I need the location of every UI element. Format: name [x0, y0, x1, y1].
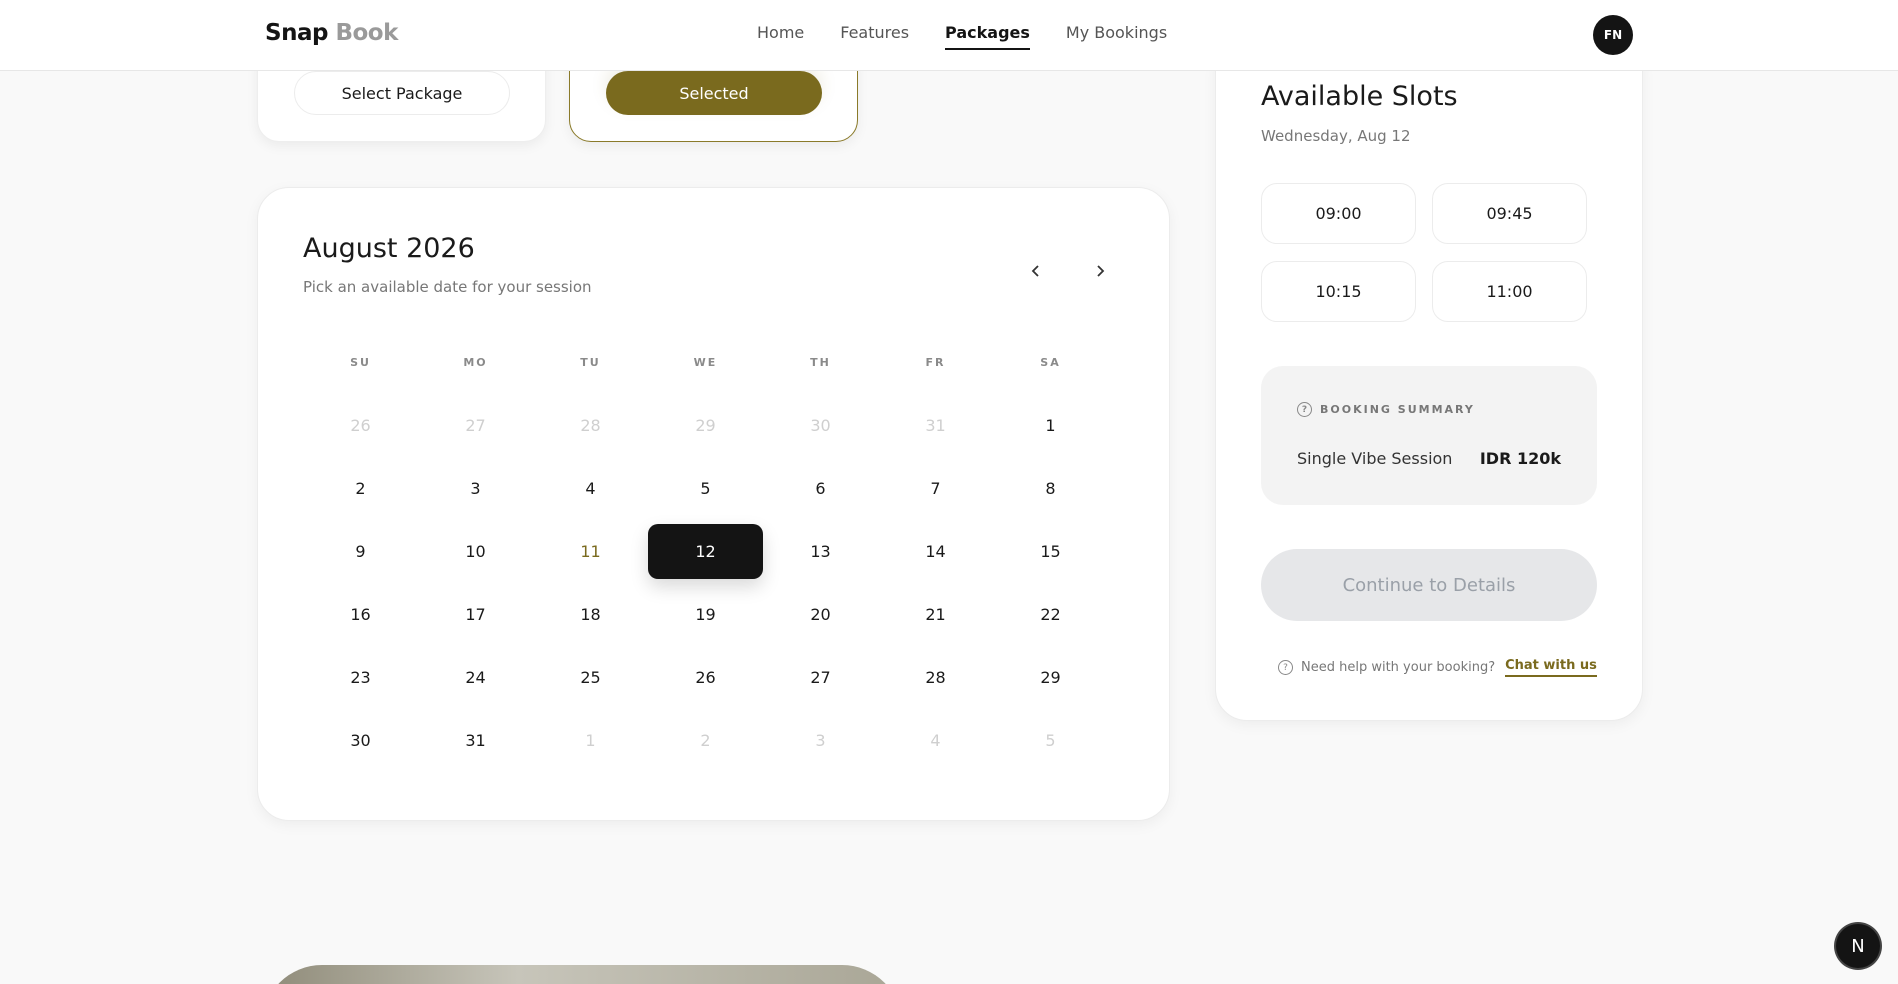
hero-image-preview: [262, 965, 902, 984]
weekday-label: MO: [463, 356, 488, 369]
time-slot[interactable]: 09:45: [1432, 183, 1587, 244]
calendar-day[interactable]: 8: [993, 461, 1108, 516]
calendar-day[interactable]: 27: [763, 650, 878, 705]
calendar-day[interactable]: 16: [303, 587, 418, 642]
calendar-day[interactable]: 4: [533, 461, 648, 516]
calendar-day[interactable]: 13: [763, 524, 878, 579]
calendar-day[interactable]: 31: [418, 713, 533, 768]
nav-link-my-bookings[interactable]: My Bookings: [1066, 23, 1167, 50]
logo[interactable]: Snap Book: [265, 20, 398, 46]
booking-summary-heading: ? BOOKING SUMMARY: [1297, 402, 1475, 417]
weekday-label: TU: [580, 356, 601, 369]
calendar-day[interactable]: 14: [878, 524, 993, 579]
time-slot[interactable]: 09:00: [1261, 183, 1416, 244]
calendar-day-selected[interactable]: 12: [648, 524, 763, 579]
chevron-right-icon: [1097, 265, 1105, 277]
nav-link-packages[interactable]: Packages: [945, 23, 1030, 50]
continue-to-details-button[interactable]: Continue to Details: [1261, 549, 1597, 621]
summary-package-name: Single Vibe Session: [1297, 449, 1453, 468]
weekday-label: TH: [810, 356, 831, 369]
calendar-day[interactable]: 26: [648, 650, 763, 705]
calendar-day[interactable]: 21: [878, 587, 993, 642]
help-line: ? Need help with your booking? Chat with…: [1278, 658, 1597, 677]
time-slot[interactable]: 11:00: [1432, 261, 1587, 322]
calendar-day[interactable]: 11: [533, 524, 648, 579]
calendar-day[interactable]: 19: [648, 587, 763, 642]
slots-title: Available Slots: [1261, 81, 1458, 112]
calendar-day: 29: [695, 416, 716, 435]
calendar-day[interactable]: 25: [533, 650, 648, 705]
calendar-day[interactable]: 28: [878, 650, 993, 705]
weekday-label: SA: [1040, 356, 1061, 369]
chat-with-us-link[interactable]: Chat with us: [1505, 658, 1597, 677]
weekday-label: FR: [925, 356, 946, 369]
weekday-header: SU MO TU WE TH FR SA: [303, 356, 1107, 369]
calendar-subtitle: Pick an available date for your session: [303, 278, 592, 296]
next-month-button[interactable]: [1082, 253, 1118, 289]
slots-date: Wednesday, Aug 12: [1261, 127, 1411, 145]
time-slot-list: 09:00 09:45 10:15 11:00: [1261, 183, 1587, 322]
calendar-day[interactable]: 22: [993, 587, 1108, 642]
calendar-day[interactable]: 2: [303, 461, 418, 516]
time-slot[interactable]: 10:15: [1261, 261, 1416, 322]
calendar-day[interactable]: 5: [648, 461, 763, 516]
chevron-left-icon: [1031, 265, 1039, 277]
calendar-day[interactable]: 7: [878, 461, 993, 516]
calendar-day[interactable]: 18: [533, 587, 648, 642]
available-slots-card: Available Slots Wednesday, Aug 12 09:00 …: [1215, 40, 1643, 721]
calendar-day[interactable]: 10: [418, 524, 533, 579]
calendar-day[interactable]: 20: [763, 587, 878, 642]
help-icon: ?: [1278, 660, 1293, 675]
prev-month-button[interactable]: [1018, 253, 1054, 289]
calendar-day[interactable]: 23: [303, 650, 418, 705]
nav-link-home[interactable]: Home: [757, 23, 804, 50]
calendar-day[interactable]: 15: [993, 524, 1108, 579]
calendar-month-title: August 2026: [303, 233, 475, 264]
main-menu: Home Features Packages My Bookings: [757, 23, 1203, 50]
booking-summary: ? BOOKING SUMMARY Single Vibe Session ID…: [1261, 366, 1597, 505]
calendar-day: 31: [925, 416, 946, 435]
calendar-day: 28: [580, 416, 601, 435]
calendar-day[interactable]: 6: [763, 461, 878, 516]
weekday-label: SU: [350, 356, 371, 369]
calendar-day: 4: [930, 731, 941, 750]
question-circle-icon: ?: [1297, 402, 1312, 417]
calendar-day[interactable]: 9: [303, 524, 418, 579]
calendar-day: 27: [465, 416, 486, 435]
help-text: Need help with your booking?: [1301, 660, 1496, 675]
calendar-day: 30: [810, 416, 831, 435]
select-package-button[interactable]: Select Package: [294, 71, 510, 115]
calendar-day: 5: [1045, 731, 1056, 750]
calendar-day[interactable]: 3: [418, 461, 533, 516]
calendar-day[interactable]: 30: [303, 713, 418, 768]
avatar[interactable]: FN: [1593, 15, 1633, 55]
summary-price: IDR 120k: [1479, 449, 1561, 468]
calendar-day[interactable]: 17: [418, 587, 533, 642]
selected-package-button[interactable]: Selected: [606, 71, 822, 115]
nav-link-features[interactable]: Features: [840, 23, 909, 50]
calendar-day[interactable]: 24: [418, 650, 533, 705]
weekday-label: WE: [693, 356, 718, 369]
calendar-day-grid: 26 27 28 29 30 31 1 2 3 4 5 6 7 8 9 10 11 12 13 14 15 16 17 18 1…: [303, 394, 1107, 772]
calendar-card: August 2026 Pick an available date for y…: [257, 187, 1170, 821]
calendar-day[interactable]: 1: [993, 398, 1108, 453]
calendar-day: 26: [350, 416, 371, 435]
top-navbar: Snap Book Home Features Packages My Book…: [0, 0, 1898, 71]
calendar-day: 1: [585, 731, 596, 750]
calendar-day: 2: [700, 731, 711, 750]
calendar-day: 3: [815, 731, 826, 750]
floating-n-button[interactable]: N: [1836, 924, 1880, 968]
calendar-day[interactable]: 29: [993, 650, 1108, 705]
